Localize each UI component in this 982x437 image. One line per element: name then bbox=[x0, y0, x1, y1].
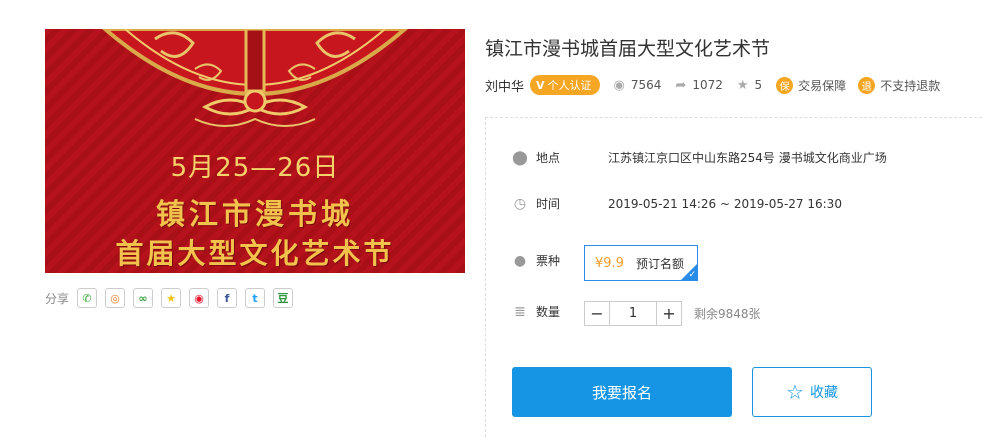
time-value: 2019-05-21 14:26 ~ 2019-05-27 16:30 bbox=[608, 196, 842, 211]
user-icon: ● bbox=[513, 252, 527, 269]
quantity-label: 数量 bbox=[536, 305, 561, 319]
share-bar: 分享 ✆ ◎ ∞ ★ ◉ f t 豆 bbox=[45, 288, 301, 308]
share-arrow-icon: ➦ bbox=[675, 77, 687, 93]
star-outline-icon: ☆ bbox=[786, 380, 804, 404]
stars-count: 5 bbox=[754, 78, 763, 92]
ticket-price: ¥9.9 bbox=[595, 255, 624, 271]
banner-headline: 镇江市漫书城 bbox=[155, 197, 354, 231]
guarantee-icon: 保 bbox=[776, 76, 794, 94]
location-value: 江苏镇江京口区中山东路254号 漫书城文化商业广场 bbox=[608, 151, 887, 165]
verified-badge: V 个人认证 bbox=[530, 75, 600, 95]
star-icon: ★ bbox=[736, 77, 749, 93]
views-count: 7564 bbox=[630, 78, 662, 92]
event-meta: 刘中华 V 个人认证 ◉ 7564 ➦ 1072 ★ 5 保 交易保障 退 不支… bbox=[485, 74, 952, 96]
ticket-option-selected[interactable]: ¥9.9 预订名额 ✓ bbox=[584, 245, 698, 281]
event-banner: 5月25—26日 镇江市漫书城 首届大型文化艺术节 bbox=[45, 29, 465, 273]
shares-count: 1072 bbox=[692, 78, 723, 92]
moments-share-icon[interactable]: ◎ bbox=[105, 288, 126, 308]
organizer-name[interactable]: 刘中华 bbox=[485, 76, 524, 95]
check-icon: ✓ bbox=[688, 270, 696, 280]
database-icon: ≣ bbox=[514, 303, 526, 320]
quantity-row: ≣ 数量 bbox=[512, 303, 586, 320]
qzone-share-icon[interactable]: ★ bbox=[161, 288, 182, 308]
location-label: 地点 bbox=[536, 151, 561, 165]
link-share-icon[interactable]: ∞ bbox=[133, 288, 154, 308]
register-button[interactable]: 我要报名 bbox=[512, 367, 732, 417]
verified-label: 个人认证 bbox=[547, 79, 592, 92]
decrement-button[interactable]: − bbox=[585, 302, 609, 325]
increment-button[interactable]: + bbox=[657, 302, 681, 325]
share-label: 分享 bbox=[45, 291, 70, 306]
quantity-stepper: − 1 + 剩余9848张 bbox=[584, 301, 761, 326]
refund-label: 不支持退款 bbox=[880, 78, 941, 93]
ticket-name: 预订名额 bbox=[635, 256, 684, 271]
map-pin-icon: ⬤ bbox=[512, 149, 528, 166]
event-title: 镇江市漫书城首届大型文化艺术节 bbox=[485, 38, 771, 60]
twitter-share-icon[interactable]: t bbox=[245, 288, 266, 308]
ticket-row: ● 票种 bbox=[512, 252, 586, 269]
trade-guarantee: 保 交易保障 bbox=[776, 76, 847, 94]
wechat-share-icon[interactable]: ✆ bbox=[77, 288, 98, 308]
banner-subheadline: 首届大型文化艺术节 bbox=[115, 237, 395, 270]
time-row: ◷ 时间 2019-05-21 14:26 ~ 2019-05-27 16:30 bbox=[512, 195, 842, 212]
facebook-share-icon[interactable]: f bbox=[217, 288, 238, 308]
share-buttons: ✆ ◎ ∞ ★ ◉ f t 豆 bbox=[77, 288, 301, 308]
favorite-button[interactable]: ☆ 收藏 bbox=[752, 367, 872, 417]
refund-policy: 退 不支持退款 bbox=[858, 76, 941, 94]
location-row: ⬤ 地点 江苏镇江京口区中山东路254号 漫书城文化商业广场 bbox=[512, 149, 887, 166]
verified-icon: V bbox=[536, 78, 545, 92]
remaining-tickets: 剩余9848张 bbox=[694, 307, 761, 321]
banner-date-text: 5月25—26日 bbox=[170, 153, 340, 183]
registration-panel: ⬤ 地点 江苏镇江京口区中山东路254号 漫书城文化商业广场 ◷ 时间 2019… bbox=[485, 117, 982, 437]
refund-icon: 退 bbox=[858, 76, 876, 94]
weibo-share-icon[interactable]: ◉ bbox=[189, 288, 210, 308]
quantity-input[interactable]: 1 bbox=[609, 302, 657, 325]
stars-stat: ★ 5 bbox=[737, 78, 762, 93]
eye-icon: ◉ bbox=[613, 77, 625, 93]
ticket-label: 票种 bbox=[536, 254, 561, 268]
favorite-label: 收藏 bbox=[809, 385, 838, 401]
clock-icon: ◷ bbox=[513, 195, 527, 212]
quantity-box: − 1 + bbox=[584, 301, 682, 326]
shares-stat: ➦ 1072 bbox=[675, 78, 722, 93]
guarantee-label: 交易保障 bbox=[798, 78, 847, 93]
douban-share-icon[interactable]: 豆 bbox=[273, 288, 294, 308]
time-label: 时间 bbox=[536, 197, 561, 211]
views-stat: ◉ 7564 bbox=[614, 78, 662, 93]
